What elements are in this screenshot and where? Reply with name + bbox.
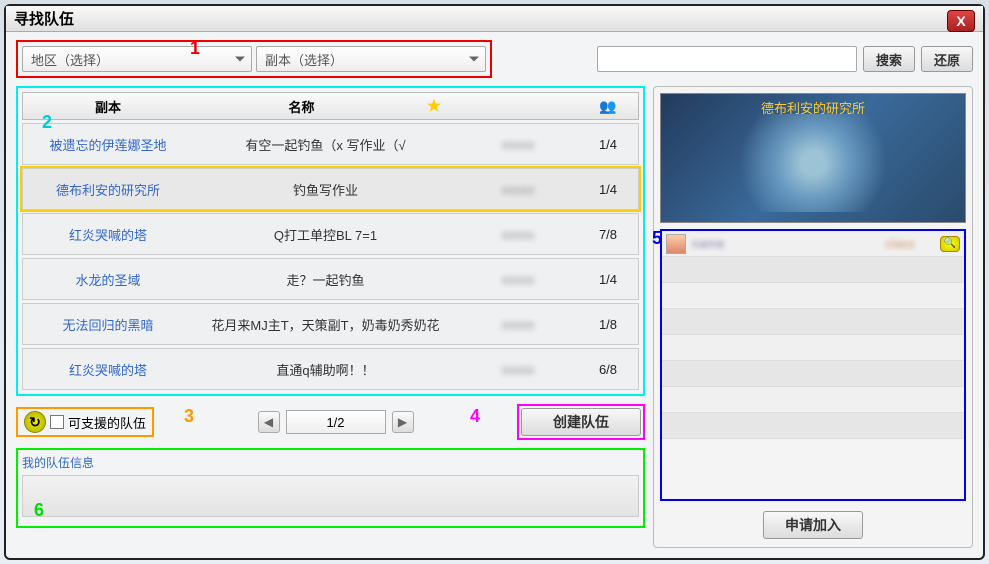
my-party-body <box>22 475 639 517</box>
magnifier-icon[interactable]: 🔍 <box>940 236 960 252</box>
member-row-empty <box>662 387 964 413</box>
support-checkbox[interactable] <box>50 415 64 429</box>
header-people-icon: 👥 <box>578 98 638 115</box>
party-name: 有空一起钓鱼（x 写作业（√ <box>193 135 458 154</box>
apply-join-button[interactable]: 申请加入 <box>763 511 863 539</box>
party-name: 直通q辅助啊！！ <box>193 360 458 379</box>
party-count: 1/4 <box>578 182 638 197</box>
preview-title: 德布利安的研究所 <box>761 98 865 222</box>
my-party-label: 我的队伍信息 <box>22 454 639 471</box>
pager-center: ◀ 1/2 ▶ <box>162 410 509 434</box>
dungeon-select-placeholder: 副本（选择） <box>265 50 343 69</box>
left-panel: 副本 名称 ★ 👥 被遗忘的伊莲娜圣地有空一起钓鱼（x 写作业（√xxxxx1/… <box>16 86 645 548</box>
header-name: 名称 <box>193 97 410 116</box>
party-name: Q打工单控BL 7=1 <box>193 225 458 244</box>
right-panel: 德布利安的研究所 name class 🔍 申请加入 <box>653 86 973 548</box>
party-dungeon: 无法回归的黑暗 <box>23 315 193 334</box>
annotation-box-3: ↻ 可支援的队伍 <box>16 407 154 437</box>
filter-row: 地区（选择） 副本（选择） 搜索 还原 <box>6 32 983 86</box>
region-select[interactable]: 地区（选择） <box>22 46 252 72</box>
page-display: 1/2 <box>286 410 386 434</box>
party-dungeon: 红炎哭喊的塔 <box>23 360 193 379</box>
support-label: 可支援的队伍 <box>68 413 146 432</box>
header-star-icon: ★ <box>410 96 458 116</box>
party-name: 走？一起钓鱼 <box>193 270 458 289</box>
list-header: 副本 名称 ★ 👥 <box>22 92 639 120</box>
main-area: 副本 名称 ★ 👥 被遗忘的伊莲娜圣地有空一起钓鱼（x 写作业（√xxxxx1/… <box>6 86 983 558</box>
annotation-box-1: 地区（选择） 副本（选择） <box>16 40 492 78</box>
party-leader-blurred: xxxxx <box>458 272 578 287</box>
page-next-button[interactable]: ▶ <box>392 411 414 433</box>
member-row-empty <box>662 413 964 439</box>
window-title: 寻找队伍 <box>14 8 74 29</box>
region-select-placeholder: 地区（选择） <box>31 50 109 69</box>
member-row-empty <box>662 335 964 361</box>
party-dungeon: 红炎哭喊的塔 <box>23 225 193 244</box>
party-leader-blurred: xxxxx <box>458 137 578 152</box>
party-name: 花月来MJ主T，天策副T，奶毒奶秀奶花 <box>193 315 458 334</box>
party-dungeon: 水龙的圣域 <box>23 270 193 289</box>
party-dungeon: 被遗忘的伊莲娜圣地 <box>23 135 193 154</box>
party-count: 1/4 <box>578 137 638 152</box>
member-row-empty <box>662 283 964 309</box>
find-party-window: 寻找队伍 X 地区（选择） 副本（选择） 搜索 还原 副本 名称 ★ 👥 <box>4 4 985 560</box>
search-input[interactable] <box>597 46 857 72</box>
create-party-button[interactable]: 创建队伍 <box>521 408 641 436</box>
annotation-number-4: 4 <box>470 406 480 427</box>
party-list: 副本 名称 ★ 👥 被遗忘的伊莲娜圣地有空一起钓鱼（x 写作业（√xxxxx1/… <box>16 86 645 396</box>
party-leader-blurred: xxxxx <box>458 227 578 242</box>
annotation-box-6: 我的队伍信息 <box>16 448 645 528</box>
party-dungeon: 德布利安的研究所 <box>23 180 193 199</box>
annotation-number-2: 2 <box>42 112 52 133</box>
party-row[interactable]: 红炎哭喊的塔直通q辅助啊！！xxxxx6/8 <box>22 348 639 390</box>
title-bar: 寻找队伍 <box>6 6 983 32</box>
member-name: name <box>692 236 860 251</box>
party-count: 1/4 <box>578 272 638 287</box>
annotation-number-5: 5 <box>652 228 662 249</box>
party-row[interactable]: 被遗忘的伊莲娜圣地有空一起钓鱼（x 写作业（√xxxxx1/4 <box>22 123 639 165</box>
party-count: 6/8 <box>578 362 638 377</box>
member-class: class <box>860 236 940 251</box>
support-icon: ↻ <box>24 411 46 433</box>
avatar-icon <box>666 234 686 254</box>
apply-row: 申请加入 <box>660 507 966 541</box>
party-row[interactable]: 无法回归的黑暗花月来MJ主T，天策副T，奶毒奶秀奶花xxxxx1/8 <box>22 303 639 345</box>
dungeon-preview: 德布利安的研究所 <box>660 93 966 223</box>
annotation-number-6: 6 <box>34 500 44 521</box>
party-leader-blurred: xxxxx <box>458 182 578 197</box>
party-leader-blurred: xxxxx <box>458 362 578 377</box>
dungeon-select[interactable]: 副本（选择） <box>256 46 486 72</box>
party-row[interactable]: 德布利安的研究所钓鱼写作业xxxxx1/4 <box>22 168 639 210</box>
member-row[interactable]: name class 🔍 <box>662 231 964 257</box>
annotation-box-4: 创建队伍 <box>517 404 645 440</box>
party-name: 钓鱼写作业 <box>193 180 458 199</box>
close-button[interactable]: X <box>947 10 975 32</box>
party-row[interactable]: 红炎哭喊的塔Q打工单控BL 7=1xxxxx7/8 <box>22 213 639 255</box>
pager-row: ↻ 可支援的队伍 ◀ 1/2 ▶ 创建队伍 <box>16 402 645 442</box>
page-prev-button[interactable]: ◀ <box>258 411 280 433</box>
party-leader-blurred: xxxxx <box>458 317 578 332</box>
member-row-empty <box>662 309 964 335</box>
search-button[interactable]: 搜索 <box>863 46 915 72</box>
party-count: 7/8 <box>578 227 638 242</box>
party-row[interactable]: 水龙的圣域走？一起钓鱼xxxxx1/4 <box>22 258 639 300</box>
annotation-number-3: 3 <box>184 406 194 427</box>
annotation-box-5: name class 🔍 <box>660 229 966 501</box>
reset-button[interactable]: 还原 <box>921 46 973 72</box>
member-row-empty <box>662 257 964 283</box>
member-row-empty <box>662 361 964 387</box>
annotation-number-1: 1 <box>190 38 200 59</box>
party-count: 1/8 <box>578 317 638 332</box>
